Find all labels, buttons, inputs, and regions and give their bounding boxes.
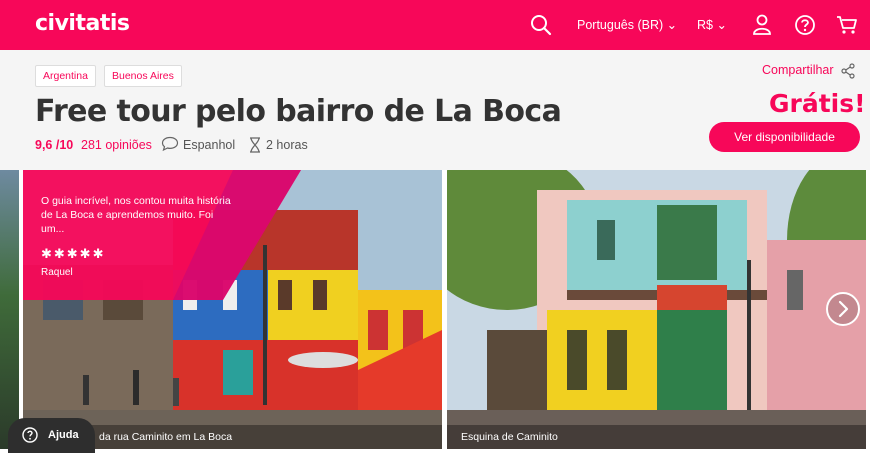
reviews-link[interactable]: 281 opiniões bbox=[81, 138, 152, 152]
share-icon[interactable] bbox=[840, 63, 856, 79]
photo-gallery: da rua Caminito em La Boca Esquina de Ca… bbox=[0, 170, 870, 453]
help-label: Ajuda bbox=[48, 429, 79, 441]
review-quote: O guia incrível, nos contou muita histór… bbox=[41, 195, 231, 235]
next-photo-button[interactable] bbox=[826, 292, 860, 326]
share-link[interactable]: Compartilhar bbox=[762, 63, 834, 77]
gallery-photo-esquina-caminito[interactable]: Esquina de Caminito bbox=[447, 170, 866, 449]
gallery-photo-partial[interactable] bbox=[0, 170, 19, 449]
esquina-caminito-image bbox=[447, 170, 866, 449]
photo-caption: Esquina de Caminito bbox=[447, 425, 866, 449]
top-navbar: civitatis Português (BR) ⌄ R$ ⌄ bbox=[0, 0, 870, 50]
duration-info: 2 horas bbox=[266, 138, 308, 152]
speech-bubble-icon bbox=[161, 136, 179, 152]
reviewer-name: Raquel bbox=[41, 267, 73, 278]
check-availability-button[interactable]: Ver disponibilidade bbox=[709, 122, 860, 152]
currency-selector[interactable]: R$ ⌄ bbox=[697, 17, 727, 32]
page-title: Free tour pelo bairro de La Boca bbox=[35, 94, 562, 129]
help-chat-button[interactable]: Ajuda bbox=[8, 418, 95, 453]
hourglass-icon bbox=[250, 137, 260, 153]
user-icon[interactable] bbox=[752, 14, 772, 36]
search-icon[interactable] bbox=[530, 14, 552, 36]
rating-score: 9,6 /10 bbox=[35, 138, 74, 152]
question-circle-icon bbox=[22, 427, 38, 443]
language-selector[interactable]: Português (BR) ⌄ bbox=[577, 17, 677, 32]
chevron-right-icon bbox=[838, 300, 849, 318]
help-icon[interactable] bbox=[794, 14, 816, 36]
review-stars: ✱✱✱✱✱ bbox=[41, 246, 106, 261]
cart-icon[interactable] bbox=[836, 14, 858, 36]
breadcrumb-argentina[interactable]: Argentina bbox=[35, 65, 96, 87]
price-label: Grátis! bbox=[769, 89, 866, 118]
breadcrumb-buenos-aires[interactable]: Buenos Aires bbox=[104, 65, 182, 87]
language-info: Espanhol bbox=[183, 138, 236, 152]
civitatis-logo[interactable]: civitatis bbox=[35, 11, 130, 36]
